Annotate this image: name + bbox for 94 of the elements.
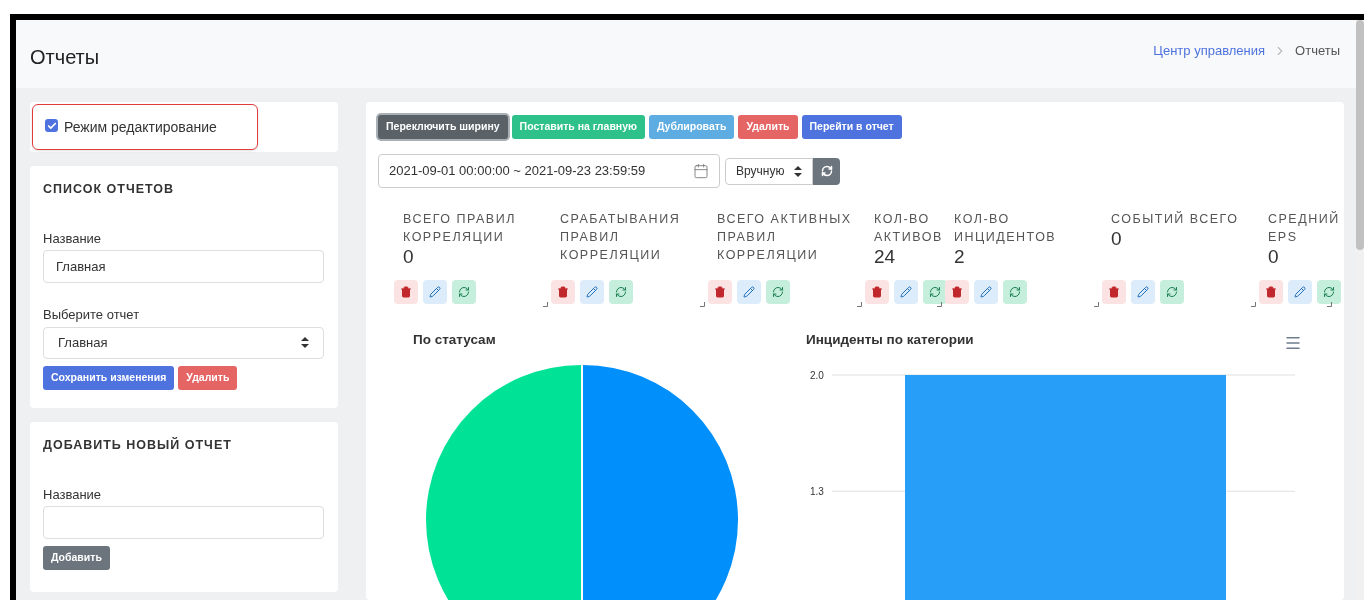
breadcrumb-link[interactable]: Центр управления	[1153, 41, 1266, 61]
refresh-button[interactable]	[813, 157, 840, 185]
refresh-button[interactable]	[1317, 280, 1341, 304]
resize-handle-icon[interactable]	[700, 302, 705, 307]
edit-button[interactable]	[737, 280, 761, 304]
card-heading: СПИСОК ОТЧЕТОВ	[43, 181, 176, 198]
refresh-icon	[1323, 286, 1335, 298]
field-label: Название	[43, 485, 103, 504]
refresh-mode-select[interactable]: Вручную	[725, 157, 813, 185]
delete-button[interactable]	[394, 280, 418, 304]
toolbar-button[interactable]: Перейти в отчет	[801, 115, 902, 139]
refresh-button[interactable]	[766, 280, 790, 304]
pencil-icon	[743, 286, 755, 298]
widget-value: 0	[403, 246, 415, 268]
refresh-icon	[615, 286, 627, 298]
scrollbar[interactable]	[1356, 20, 1364, 600]
refresh-button[interactable]	[1003, 280, 1027, 304]
edit-button[interactable]	[974, 280, 998, 304]
resize-handle-icon[interactable]	[543, 302, 548, 307]
widget-title: СРЕДНИЙ EPS	[1268, 210, 1341, 246]
refresh-icon	[1009, 286, 1021, 298]
card-heading: ДОБАВИТЬ НОВЫЙ ОТЧЕТ	[43, 436, 233, 454]
pencil-icon	[429, 286, 441, 298]
trash-icon	[951, 286, 963, 298]
toolbar-button[interactable]: Дублировать	[649, 115, 735, 139]
delete-button[interactable]	[1102, 280, 1126, 304]
refresh-button[interactable]	[452, 280, 476, 304]
refresh-icon	[929, 286, 941, 298]
refresh-icon	[458, 286, 470, 298]
checkbox[interactable]	[45, 119, 58, 132]
delete-button[interactable]	[865, 280, 889, 304]
widget-title: ВСЕГО ПРАВИЛ КОРРЕЛЯЦИИ	[403, 211, 517, 246]
edit-button[interactable]	[580, 280, 604, 304]
trash-icon	[714, 286, 726, 298]
axis-tick-label: 1.3	[810, 486, 824, 498]
toolbar-button[interactable]: Переключить ширину	[378, 115, 508, 139]
field-label: Выберите отчет	[43, 306, 141, 325]
refresh-button[interactable]	[1160, 280, 1184, 304]
widget-value: 0	[1111, 228, 1123, 250]
chart-title: По статусам	[413, 331, 497, 349]
trash-icon	[1265, 286, 1277, 298]
widget-title: СРАБАТЫВАНИЯ ПРАВИЛ КОРРЕЛЯЦИИ	[560, 211, 682, 264]
check-icon	[46, 120, 57, 131]
refresh-button[interactable]	[609, 280, 633, 304]
trash-icon	[557, 286, 569, 298]
report-select[interactable]: Главная	[43, 326, 324, 359]
pencil-icon	[1294, 286, 1306, 298]
trash-icon	[400, 286, 412, 298]
save-button[interactable]: Сохранить изменения	[43, 365, 175, 390]
delete-button[interactable]	[708, 280, 732, 304]
delete-button[interactable]	[1259, 280, 1283, 304]
refresh-icon	[820, 165, 833, 177]
widget-value: 24	[874, 246, 897, 268]
resize-handle-icon[interactable]	[937, 302, 942, 307]
edit-button[interactable]	[894, 280, 918, 304]
menu-icon[interactable]	[1284, 334, 1302, 352]
resize-handle-icon[interactable]	[1251, 302, 1256, 307]
widget-value: 0	[1268, 246, 1280, 268]
delete-button[interactable]	[551, 280, 575, 304]
chart-title: Инциденты по категории	[806, 331, 974, 349]
breadcrumb-current: Отчеты	[1295, 42, 1340, 61]
widget-title: СОБЫТИЙ ВСЕГО	[1111, 210, 1240, 228]
resize-handle-icon[interactable]	[1094, 302, 1099, 307]
toolbar-button[interactable]: Удалить	[738, 115, 798, 139]
resize-handle-icon[interactable]	[857, 302, 862, 307]
date-range-field[interactable]: 2021-09-01 00:00:00 ~ 2021-09-23 23:59:59	[378, 154, 720, 188]
field-label: Название	[43, 229, 103, 248]
sort-caret-icon	[301, 337, 309, 349]
pencil-icon	[900, 286, 912, 298]
pencil-icon	[1137, 286, 1149, 298]
pencil-icon	[980, 286, 992, 298]
trash-icon	[871, 286, 883, 298]
calendar-icon[interactable]	[693, 163, 709, 179]
name-input[interactable]: Главная	[43, 250, 324, 284]
widget-value: 2	[954, 246, 966, 268]
pencil-icon	[586, 286, 598, 298]
delete-button[interactable]	[945, 280, 969, 304]
trash-icon	[1108, 286, 1120, 298]
name-input[interactable]	[43, 506, 324, 540]
axis-tick-label: 2.0	[810, 370, 824, 382]
add-button[interactable]: Добавить	[43, 546, 110, 571]
widget-title: ВСЕГО АКТИВНЫХ ПРАВИЛ КОРРЕЛЯЦИИ	[717, 211, 853, 264]
refresh-button[interactable]	[923, 280, 947, 304]
refresh-icon	[1166, 286, 1178, 298]
widget-title: КОЛ-ВО ИНЦИДЕНТОВ	[954, 211, 1058, 246]
widget-title: КОЛ-ВО АКТИВОВ	[874, 211, 944, 246]
delete-button[interactable]: Удалить	[178, 365, 238, 390]
sort-caret-icon	[794, 165, 802, 177]
page-title: Отчеты	[30, 45, 100, 70]
resize-handle-icon[interactable]	[1327, 302, 1332, 307]
edit-button[interactable]	[1288, 280, 1312, 304]
refresh-icon	[772, 286, 784, 298]
edit-button[interactable]	[1131, 280, 1155, 304]
edit-button[interactable]	[423, 280, 447, 304]
